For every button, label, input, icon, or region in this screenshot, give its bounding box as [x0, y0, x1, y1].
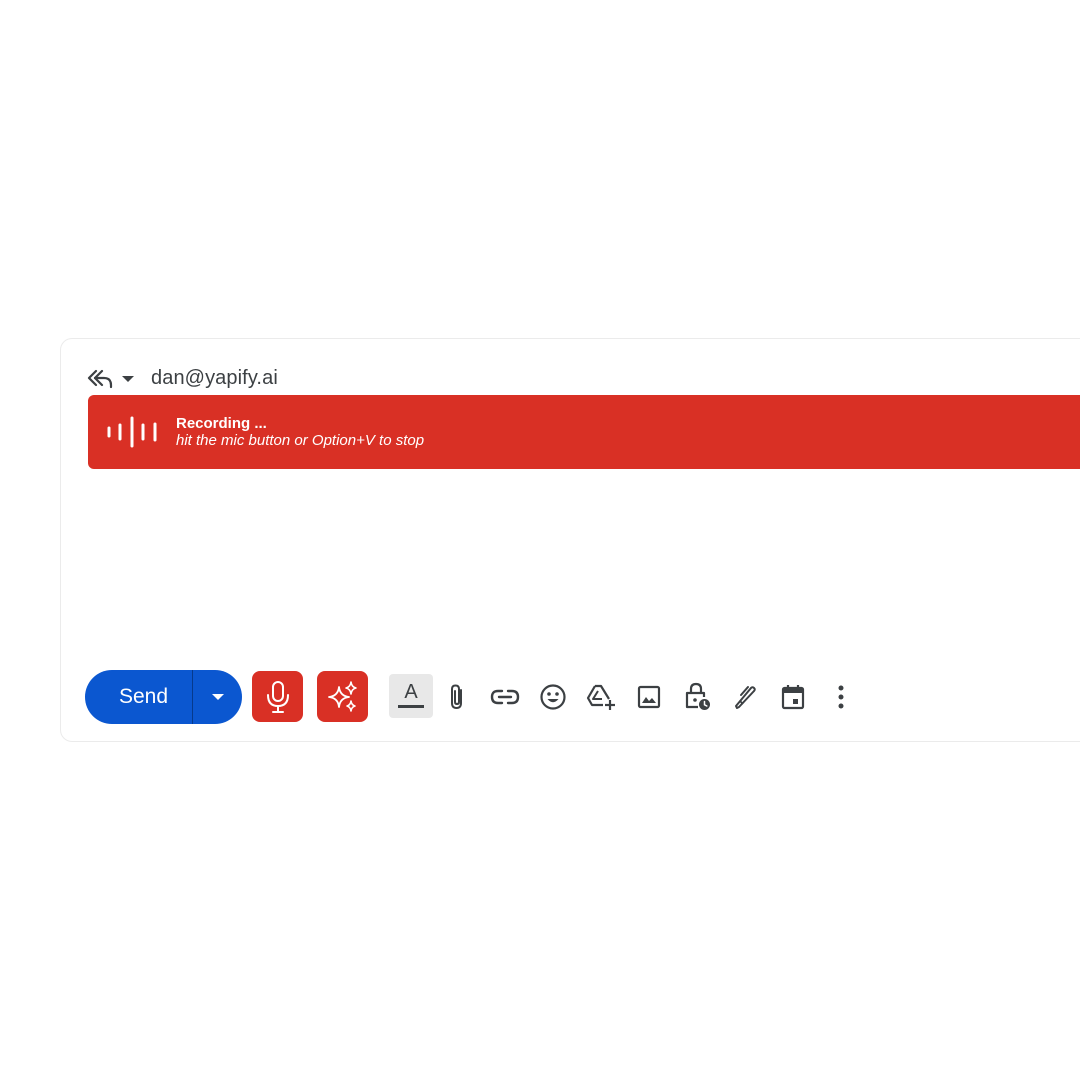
more-options-icon: [838, 685, 844, 709]
insert-emoji-button[interactable]: [533, 677, 573, 717]
insert-signature-button[interactable]: [725, 677, 765, 717]
recording-banner: Recording ... hit the mic button or Opti…: [88, 395, 1080, 469]
reply-type-dropdown-icon[interactable]: [121, 372, 135, 386]
signature-icon: [735, 686, 756, 709]
emoji-icon: [540, 684, 566, 710]
photo-icon: [637, 685, 661, 709]
reply-compose-box: dan@yapify.ai Recording ... hit the mic …: [60, 338, 1080, 742]
format-letter: A: [404, 681, 418, 703]
recording-hint: hit the mic button or Option+V to stop: [176, 432, 425, 449]
send-button[interactable]: Send: [85, 670, 192, 724]
audio-wave-icon: [107, 416, 157, 448]
recording-title: Recording ...: [176, 415, 267, 432]
chevron-down-icon: [211, 694, 224, 700]
insert-link-button[interactable]: [485, 677, 525, 717]
formatting-icon: A: [398, 681, 424, 708]
attachment-icon: [451, 684, 462, 710]
stage: dan@yapify.ai Recording ... hit the mic …: [0, 0, 1080, 1080]
compose-toolbar: Send A: [85, 670, 905, 724]
mic-button[interactable]: [252, 671, 303, 722]
confidential-mode-icon: [685, 682, 710, 710]
ai-assist-button[interactable]: [317, 671, 368, 722]
insert-photo-button[interactable]: [629, 677, 669, 717]
recording-status: Recording ... hit the mic button or Opti…: [176, 415, 424, 449]
confidential-mode-button[interactable]: [677, 677, 717, 717]
send-options-button[interactable]: [193, 670, 242, 724]
schedule-send-button[interactable]: [773, 677, 813, 717]
formatting-options-button[interactable]: A: [389, 674, 433, 718]
reply-header: dan@yapify.ai: [87, 365, 278, 391]
schedule-icon: [781, 685, 805, 710]
more-options-button[interactable]: [821, 677, 861, 717]
attach-files-button[interactable]: [437, 677, 477, 717]
send-button-group: Send: [85, 670, 242, 724]
insert-drive-file-button[interactable]: [581, 677, 621, 717]
link-icon: [490, 689, 520, 705]
drive-icon: [586, 684, 615, 710]
microphone-icon: [266, 680, 289, 713]
sparkles-icon: [327, 680, 357, 712]
recipient-address[interactable]: dan@yapify.ai: [151, 367, 278, 390]
reply-all-icon[interactable]: [87, 367, 113, 389]
